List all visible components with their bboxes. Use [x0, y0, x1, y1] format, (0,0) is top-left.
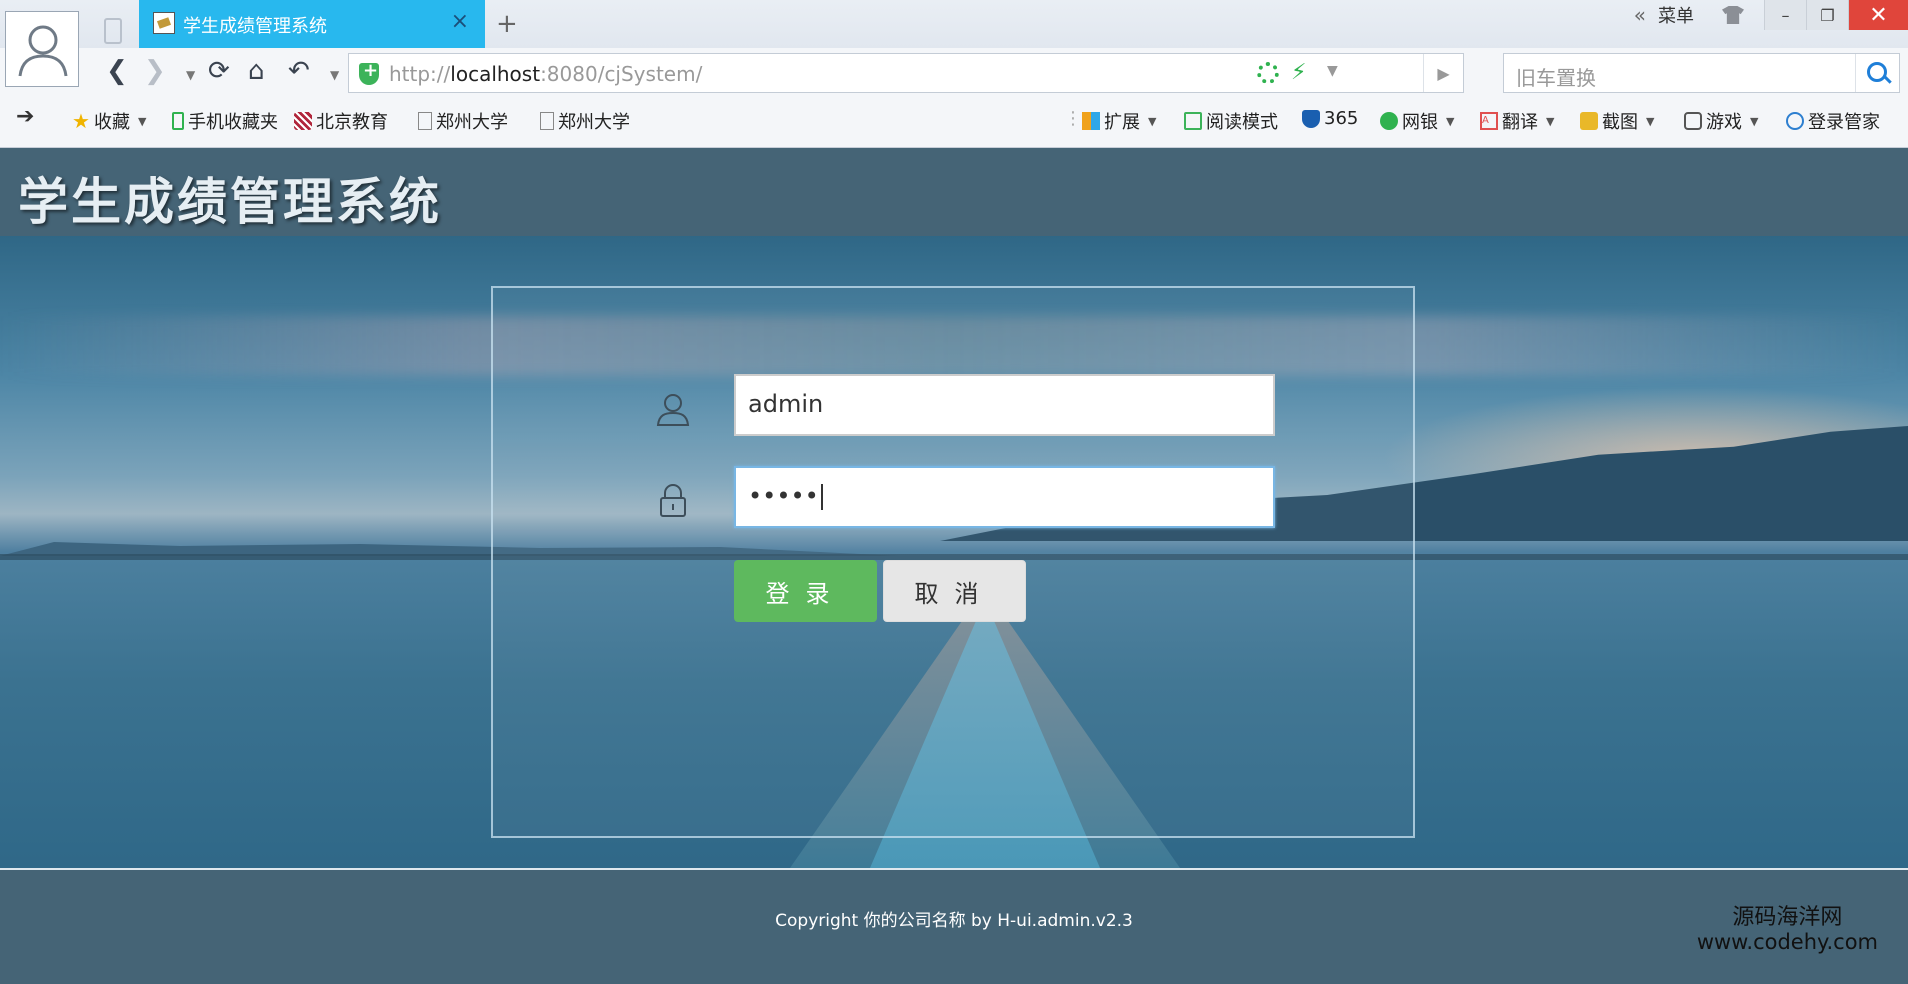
- undo-dropdown-icon[interactable]: ▼: [330, 68, 339, 82]
- toolbar-login-manager[interactable]: 登录管家: [1786, 108, 1880, 134]
- bookmark-zzu-2[interactable]: 郑州大学: [540, 108, 630, 134]
- lock-icon: [660, 484, 686, 517]
- page-icon: [540, 112, 554, 130]
- back-icon[interactable]: ❮: [106, 56, 128, 86]
- star-icon: ★: [72, 109, 90, 133]
- scissors-icon: [1580, 112, 1598, 130]
- loading-icon: [1257, 62, 1279, 84]
- magnifier-icon: [1786, 112, 1804, 130]
- secure-shield-icon: [359, 60, 379, 85]
- tab-close-button[interactable]: ×: [451, 9, 469, 34]
- gamepad-icon: [1684, 112, 1702, 130]
- bank-icon: [1380, 112, 1398, 130]
- toolbar-365[interactable]: 365: [1302, 108, 1358, 129]
- favicon-icon: [153, 12, 175, 34]
- restore-button[interactable]: ❐: [1806, 0, 1848, 30]
- watermark-line1: 源码海洋网: [1732, 904, 1843, 930]
- bookmarks-bar: ➔ ★ 收藏 ▼ 手机收藏夹 北京教育 郑州大学 郑州大学 ⋮ 扩展 ▼ 阅读模式: [0, 100, 1908, 140]
- tab-bar: 学生成绩管理系统 × + « 菜单 – ❐ ✕: [0, 0, 1908, 87]
- nav-bar: ❮ ❯ ▼ ⟳ ⌂ ↶ ▼ http://localhost:8080/cjSy…: [90, 50, 1908, 96]
- toolbar-screenshot[interactable]: 截图 ▼: [1580, 108, 1654, 134]
- go-button[interactable]: ▶: [1423, 54, 1463, 92]
- bookmark-bj-edu[interactable]: 北京教育: [294, 108, 388, 134]
- url-text[interactable]: http://localhost:8080/cjSystem/: [389, 62, 702, 86]
- address-bar[interactable]: http://localhost:8080/cjSystem/ ⚡ ▼ ▶: [348, 53, 1464, 93]
- speed-mode-icon[interactable]: ⚡: [1291, 60, 1306, 85]
- book-icon: [1184, 112, 1202, 130]
- browser-chrome: 学生成绩管理系统 × + « 菜单 – ❐ ✕ ❮ ❯ ▼ ⟳ ⌂ ↶ ▼ ht…: [0, 0, 1908, 148]
- page-content: 学生成绩管理系统 admin ••••• 登录 取消 Copyright 你的公…: [0, 148, 1908, 984]
- home-icon[interactable]: ⌂: [248, 56, 265, 86]
- undo-icon[interactable]: ↶: [288, 56, 310, 86]
- cancel-button[interactable]: 取消: [883, 560, 1026, 622]
- search-box[interactable]: 旧车置换: [1503, 53, 1900, 93]
- extensions-icon: [1082, 112, 1100, 130]
- user-avatar[interactable]: [5, 11, 79, 87]
- edu-icon: [294, 112, 312, 130]
- page-footer: Copyright 你的公司名称 by H-ui.admin.v2.3 源码海洋…: [0, 870, 1908, 984]
- login-background: admin ••••• 登录 取消: [0, 236, 1908, 868]
- refresh-icon[interactable]: ⟳: [208, 56, 230, 86]
- menu-button[interactable]: 菜单: [1658, 2, 1694, 28]
- search-icon[interactable]: [1855, 54, 1899, 92]
- search-input[interactable]: 旧车置换: [1516, 62, 1596, 91]
- toolbar-reading-mode[interactable]: 阅读模式: [1184, 108, 1278, 134]
- mobile-icon[interactable]: [104, 18, 122, 44]
- sidebar-toggle-icon[interactable]: ➔: [16, 104, 34, 129]
- login-button[interactable]: 登录: [734, 560, 877, 622]
- new-tab-button[interactable]: +: [496, 9, 518, 39]
- bookmark-zzu-1[interactable]: 郑州大学: [418, 108, 508, 134]
- user-icon: [656, 394, 690, 426]
- minimize-button[interactable]: –: [1764, 0, 1806, 30]
- toolbar-extensions[interactable]: 扩展 ▼: [1082, 108, 1156, 134]
- window-controls: « 菜单 – ❐ ✕: [1634, 0, 1908, 30]
- page-icon: [418, 112, 432, 130]
- watermark: 源码海洋网 www.codehy.com: [1697, 905, 1878, 954]
- toolbar-games[interactable]: 游戏 ▼: [1684, 108, 1758, 134]
- tab-title: 学生成绩管理系统: [183, 16, 327, 37]
- tab-active[interactable]: 学生成绩管理系统 ×: [139, 0, 485, 48]
- login-panel: admin ••••• 登录 取消: [491, 286, 1415, 838]
- password-input[interactable]: •••••: [734, 466, 1275, 528]
- toolbar-bank[interactable]: 网银 ▼: [1380, 108, 1454, 134]
- toolbar-translate[interactable]: A 翻译 ▼: [1480, 108, 1554, 134]
- shield-icon: [1302, 109, 1320, 128]
- watermark-line2: www.codehy.com: [1696, 929, 1878, 954]
- separator-icon: ⋮: [1064, 108, 1082, 129]
- user-icon: [18, 25, 68, 77]
- url-dropdown-icon[interactable]: ▼: [1327, 63, 1338, 79]
- forward-icon[interactable]: ❯: [144, 56, 166, 86]
- bookmark-favorites[interactable]: ★ 收藏 ▼: [72, 108, 146, 134]
- phone-icon: [172, 112, 184, 130]
- skin-icon[interactable]: [1722, 6, 1744, 24]
- history-dropdown-icon[interactable]: ▼: [186, 68, 195, 82]
- bookmark-mobile[interactable]: 手机收藏夹: [172, 108, 278, 134]
- collapse-icon[interactable]: «: [1634, 3, 1646, 27]
- page-header: 学生成绩管理系统: [0, 148, 1908, 236]
- username-input[interactable]: admin: [734, 374, 1275, 436]
- close-button[interactable]: ✕: [1848, 0, 1908, 30]
- translate-icon: A: [1480, 112, 1498, 130]
- copyright-text: Copyright 你的公司名称 by H-ui.admin.v2.3: [775, 911, 1133, 931]
- page-title: 学生成绩管理系统: [18, 173, 442, 231]
- text-cursor: [820, 484, 823, 510]
